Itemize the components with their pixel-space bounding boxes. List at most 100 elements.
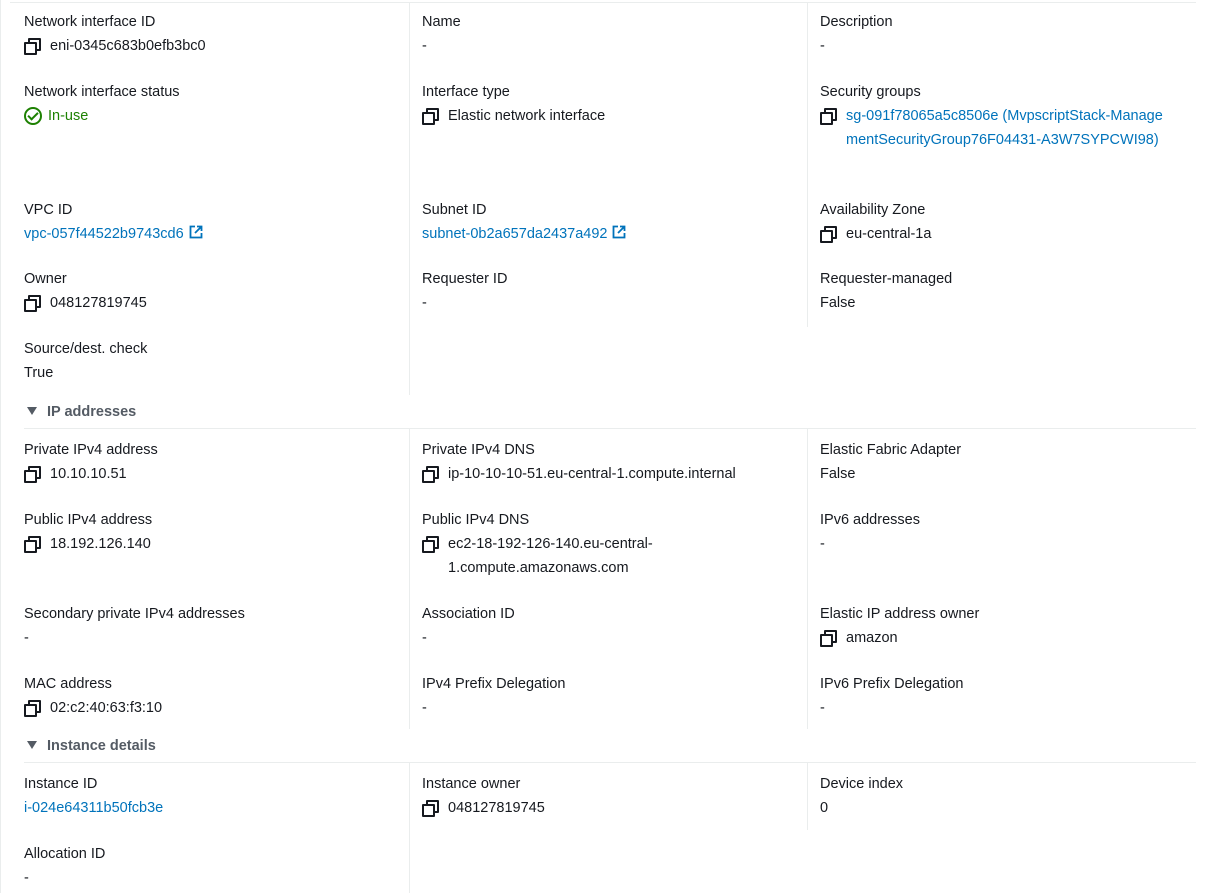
field-label: IPv6 Prefix Delegation — [820, 676, 964, 692]
field-vpc-id: VPC ID vpc-057f44522b9743cd6 — [24, 198, 416, 246]
copy-icon[interactable] — [820, 630, 837, 647]
copy-icon[interactable] — [24, 700, 41, 717]
copy-icon[interactable] — [422, 536, 439, 553]
field-label: Elastic Fabric Adapter — [820, 442, 962, 458]
field-allocation-id: Allocation ID - — [24, 842, 416, 890]
column-divider — [807, 2, 808, 327]
field-instance-owner: Instance owner 048127819745 — [422, 772, 814, 820]
copy-icon[interactable] — [422, 108, 439, 125]
field-label: Instance ID — [24, 776, 98, 792]
section-title: IP addresses — [47, 404, 137, 420]
section-divider — [24, 428, 1196, 429]
field-label: VPC ID — [24, 202, 73, 218]
security-group-link[interactable]: sg-091f78065a5c8506e (MvpscriptStack-Man… — [846, 104, 1166, 152]
field-availability-zone: Availability Zone eu-central-1a — [820, 198, 1212, 246]
field-owner: Owner 048127819745 — [24, 267, 416, 315]
column-divider — [807, 763, 808, 830]
availability-zone-value: eu-central-1a — [846, 226, 932, 242]
field-label: Allocation ID — [24, 846, 106, 862]
field-public-ipv4: Public IPv4 address 18.192.126.140 — [24, 508, 416, 556]
field-name: Name - — [422, 10, 814, 58]
description-value: - — [820, 38, 825, 54]
field-label: IPv6 addresses — [820, 512, 920, 528]
field-interface-type: Interface type Elastic network interface — [422, 80, 814, 128]
instance-id-link[interactable]: i-024e64311b50fcb3e — [24, 796, 163, 820]
copy-icon[interactable] — [24, 38, 41, 55]
field-label: Private IPv4 DNS — [422, 442, 535, 458]
status-value: In-use — [48, 108, 89, 124]
field-source-dest-check: Source/dest. check True — [24, 337, 416, 385]
copy-icon[interactable] — [24, 295, 41, 312]
field-label: Public IPv4 address — [24, 512, 153, 528]
field-label: Owner — [24, 271, 67, 287]
field-network-interface-status: Network interface status In-use — [24, 80, 416, 128]
field-ipv6-addresses: IPv6 addresses - — [820, 508, 1212, 556]
copy-icon[interactable] — [24, 536, 41, 553]
public-ipv4-value: 18.192.126.140 — [50, 536, 151, 552]
field-label: Association ID — [422, 606, 515, 622]
copy-icon[interactable] — [422, 466, 439, 483]
field-association-id: Association ID - — [422, 602, 814, 650]
elastic-ip-owner-value: amazon — [846, 630, 898, 646]
field-label: Requester ID — [422, 271, 508, 287]
field-label: Secondary private IPv4 addresses — [24, 606, 245, 622]
field-security-groups: Security groups sg-091f78065a5c8506e (Mv… — [820, 80, 1212, 152]
public-ipv4-dns-value: ec2-18-192-126-140.eu-central-1.compute.… — [448, 536, 653, 576]
field-label: Requester-managed — [820, 271, 953, 287]
copy-icon[interactable] — [820, 226, 837, 243]
field-network-interface-id: Network interface ID eni-0345c683b0efb3b… — [24, 10, 416, 58]
left-border — [0, 0, 1, 893]
column-divider — [807, 429, 808, 729]
field-ipv4-prefix-delegation: IPv4 Prefix Delegation - — [422, 672, 814, 720]
copy-icon[interactable] — [24, 466, 41, 483]
field-label: Subnet ID — [422, 202, 487, 218]
device-index-value: 0 — [820, 800, 829, 816]
column-divider — [409, 763, 410, 893]
field-label: Network interface status — [24, 84, 180, 100]
source-dest-check-value: True — [24, 365, 54, 381]
field-label: Description — [820, 14, 893, 30]
owner-value: 048127819745 — [50, 295, 147, 311]
field-label: Name — [422, 14, 461, 30]
private-ipv4-dns-value: ip-10-10-10-51.eu-central-1.compute.inte… — [448, 466, 736, 482]
association-id-value: - — [422, 630, 427, 646]
caret-down-icon — [27, 741, 37, 749]
field-requester-id: Requester ID - — [422, 267, 814, 315]
subnet-id-link[interactable]: subnet-0b2a657da2437a492 — [422, 222, 607, 246]
column-divider — [409, 2, 410, 395]
field-label: Instance owner — [422, 776, 521, 792]
vpc-id-link[interactable]: vpc-057f44522b9743cd6 — [24, 222, 184, 246]
secondary-private-ipv4-value: - — [24, 630, 29, 646]
ipv4-prefix-delegation-value: - — [422, 700, 427, 716]
field-elastic-fabric-adapter: Elastic Fabric Adapter False — [820, 438, 1212, 486]
field-ipv6-prefix-delegation: IPv6 Prefix Delegation - — [820, 672, 1212, 720]
external-link-icon[interactable] — [189, 225, 203, 239]
caret-down-icon — [27, 407, 37, 415]
field-secondary-private-ipv4: Secondary private IPv4 addresses - — [24, 602, 416, 650]
interface-type-value: Elastic network interface — [448, 108, 606, 124]
field-label: Public IPv4 DNS — [422, 512, 530, 528]
copy-icon[interactable] — [422, 800, 439, 817]
ipv6-prefix-delegation-value: - — [820, 700, 825, 716]
elastic-fabric-adapter-value: False — [820, 466, 856, 482]
field-instance-id: Instance ID i-024e64311b50fcb3e — [24, 772, 416, 820]
external-link-icon[interactable] — [612, 225, 626, 239]
field-label: MAC address — [24, 676, 112, 692]
check-circle-icon — [24, 107, 42, 125]
field-elastic-ip-owner: Elastic IP address owner amazon — [820, 602, 1212, 650]
network-interface-id-value: eni-0345c683b0efb3bc0 — [50, 38, 206, 54]
field-label: Interface type — [422, 84, 510, 100]
name-value: - — [422, 38, 427, 54]
section-title: Instance details — [47, 738, 156, 754]
requester-id-value: - — [422, 295, 427, 311]
instance-details-section-header[interactable]: Instance details — [27, 734, 156, 758]
field-label: Elastic IP address owner — [820, 606, 980, 622]
field-requester-managed: Requester-managed False — [820, 267, 1212, 315]
field-label: Network interface ID — [24, 14, 156, 30]
copy-icon[interactable] — [820, 108, 837, 125]
ip-addresses-section-header[interactable]: IP addresses — [27, 400, 136, 424]
requester-managed-value: False — [820, 295, 856, 311]
field-label: Private IPv4 address — [24, 442, 158, 458]
field-label: Availability Zone — [820, 202, 926, 218]
field-label: IPv4 Prefix Delegation — [422, 676, 566, 692]
